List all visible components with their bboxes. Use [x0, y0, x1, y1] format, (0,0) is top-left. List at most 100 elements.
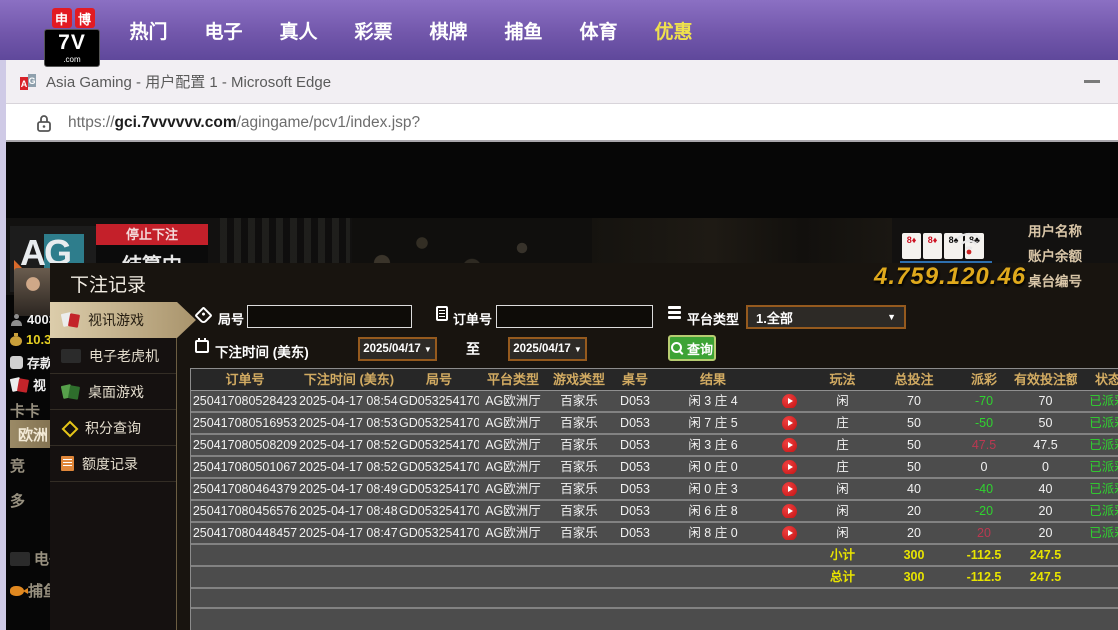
date-to-picker[interactable]: 2025/04/17 ▼ [508, 337, 587, 361]
sidebar-item-2[interactable]: 桌面游戏 [50, 374, 176, 410]
rail-item-4[interactable]: 卡卡 [10, 400, 40, 421]
table-cell: 有效投注额 [1014, 369, 1077, 390]
nav-item-0[interactable]: 热门 [111, 17, 186, 44]
table-header-row: 订单号下注时间 (美东)局号平台类型游戏类型桌号结果玩法总投注派彩有效投注额状态 [191, 369, 1118, 391]
edge-favicon: A G [20, 74, 36, 90]
platform-select[interactable]: 1.全部 ▼ [746, 305, 906, 329]
table-cell: 2025-04-17 08:47:56 [299, 523, 399, 543]
table-cell: GD053254170TB [399, 479, 479, 499]
sidebar-item-label: 桌面游戏 [88, 382, 144, 402]
table-cell [299, 545, 399, 565]
lock-icon [36, 114, 52, 132]
table-cell [767, 435, 811, 452]
table-cell: 闲 0 庄 3 [659, 479, 767, 499]
balance-marquee: 4.759.120.46 [874, 263, 1026, 291]
table-cell: 闲 [811, 391, 874, 411]
account-label-1: 账户余额 [1028, 244, 1118, 269]
sidebar-item-1[interactable]: 电子老虎机 [50, 338, 176, 374]
rail-item-1[interactable]: 10.3 [10, 332, 51, 347]
bet-time-label: 下注时间 (美东) [215, 341, 309, 361]
table-cell: 百家乐 [547, 435, 611, 455]
nav-item-3[interactable]: 彩票 [336, 17, 411, 44]
play-video-button[interactable] [782, 438, 797, 452]
play-video-button[interactable] [782, 460, 797, 474]
table-cell: D053 [611, 457, 659, 477]
site-logo-box: 7V .com [44, 29, 100, 67]
play-video-button[interactable] [782, 394, 797, 408]
table-cell: 下注时间 (美东) [299, 369, 399, 390]
order-input[interactable] [496, 305, 653, 328]
rail-item-label: 欧洲 [18, 424, 48, 445]
table-cell: 百家乐 [547, 457, 611, 477]
play-video-button[interactable] [782, 482, 797, 496]
bet-time-calendar-icon [195, 340, 209, 353]
table-cell: 2025-04-17 08:49:13 [299, 479, 399, 499]
table-cell: 闲 6 庄 8 [659, 501, 767, 521]
minimize-button[interactable] [1084, 80, 1100, 83]
sidebar-item-4[interactable]: 额度记录 [50, 446, 176, 482]
table-cell [767, 369, 811, 390]
subtotal-row: 小计300-112.5247.5 [191, 545, 1118, 567]
platform-label: 平台类型 [687, 309, 739, 328]
table-cell [191, 567, 299, 587]
play-video-button[interactable] [782, 504, 797, 518]
rail-item-3[interactable]: 视 [10, 375, 46, 394]
table-cell: 20 [954, 523, 1014, 543]
chevron-down-icon: ▼ [424, 345, 432, 354]
table-cell: 2025-04-17 08:52:14 [299, 457, 399, 477]
table-cell: GD053254170TH [399, 413, 479, 433]
edge-titlebar[interactable]: A G Asia Gaming - 用户配置 1 - Microsoft Edg… [6, 60, 1118, 104]
rail-item-2[interactable]: 存款 [10, 353, 53, 372]
table-cell: 250417080528423 [191, 391, 299, 411]
nav-item-5[interactable]: 捕鱼 [486, 17, 561, 44]
table-cell: 47.5 [1014, 435, 1077, 455]
table-cell: 派彩 [954, 369, 1014, 390]
table-cell [479, 545, 547, 565]
platform-type-icon [668, 306, 682, 321]
table-cell: D053 [611, 523, 659, 543]
rail-item-label: 10.3 [26, 332, 51, 347]
table-cell: 玩法 [811, 369, 874, 390]
table-cell: AG欧洲厅 [479, 479, 547, 499]
date-from-picker[interactable]: 2025/04/17 ▼ [358, 337, 437, 361]
url-text[interactable]: https://gci.7vvvvvv.com/agingame/pcv1/in… [68, 104, 420, 142]
table-cell: 状态 [1077, 369, 1118, 390]
nav-item-1[interactable]: 电子 [186, 17, 261, 44]
table-cell: 250417080456576 [191, 501, 299, 521]
search-button[interactable]: 查询 [668, 335, 716, 361]
sidebar-item-0[interactable]: 视讯游戏 [50, 302, 196, 338]
nav-item-6[interactable]: 体育 [561, 17, 636, 44]
logo-badge-bo: 博 [75, 8, 95, 28]
sidebar-item-3[interactable]: 积分查询 [50, 410, 176, 446]
rail-item-7[interactable]: 多 [10, 490, 25, 511]
site-logo[interactable]: 申 博 7V .com [44, 8, 102, 67]
table-cell: 百家乐 [547, 479, 611, 499]
table-cell: 百家乐 [547, 413, 611, 433]
rail-item-6[interactable]: 竞 [10, 455, 25, 476]
play-video-button[interactable] [782, 416, 797, 430]
table-cell [767, 567, 811, 587]
table-cell: 闲 0 庄 0 [659, 457, 767, 477]
sidebar-item-label: 额度记录 [82, 454, 138, 474]
nav-item-4[interactable]: 棋牌 [411, 17, 486, 44]
table-cell: 70 [1014, 391, 1077, 411]
table-cell [1077, 567, 1118, 587]
edge-urlbar[interactable]: https://gci.7vvvvvv.com/agingame/pcv1/in… [6, 104, 1118, 142]
date-range-to-label: 至 [466, 339, 480, 359]
table-cell: 已派彩 [1077, 457, 1118, 477]
table-cell: 已派彩 [1077, 479, 1118, 499]
nav-item-2[interactable]: 真人 [261, 17, 336, 44]
date-from-value: 2025/04/17 [363, 343, 421, 355]
round-input[interactable] [247, 305, 412, 328]
play-video-button[interactable] [782, 526, 797, 540]
table-cell: 40 [1014, 479, 1077, 499]
table-cell [767, 545, 811, 565]
nav-item-7[interactable]: 优惠 [636, 17, 711, 44]
favicon-g: G [28, 74, 36, 87]
table-cell: 总投注 [874, 369, 954, 390]
table-cell [399, 545, 479, 565]
topnav-items: 热门电子真人彩票棋牌捕鱼体育优惠 [111, 0, 711, 60]
table-cell [299, 567, 399, 587]
playing-card-0: 8♦ [902, 233, 921, 259]
table-header: 订单号下注时间 (美东)局号平台类型游戏类型桌号结果玩法总投注派彩有效投注额状态 [191, 369, 1118, 391]
